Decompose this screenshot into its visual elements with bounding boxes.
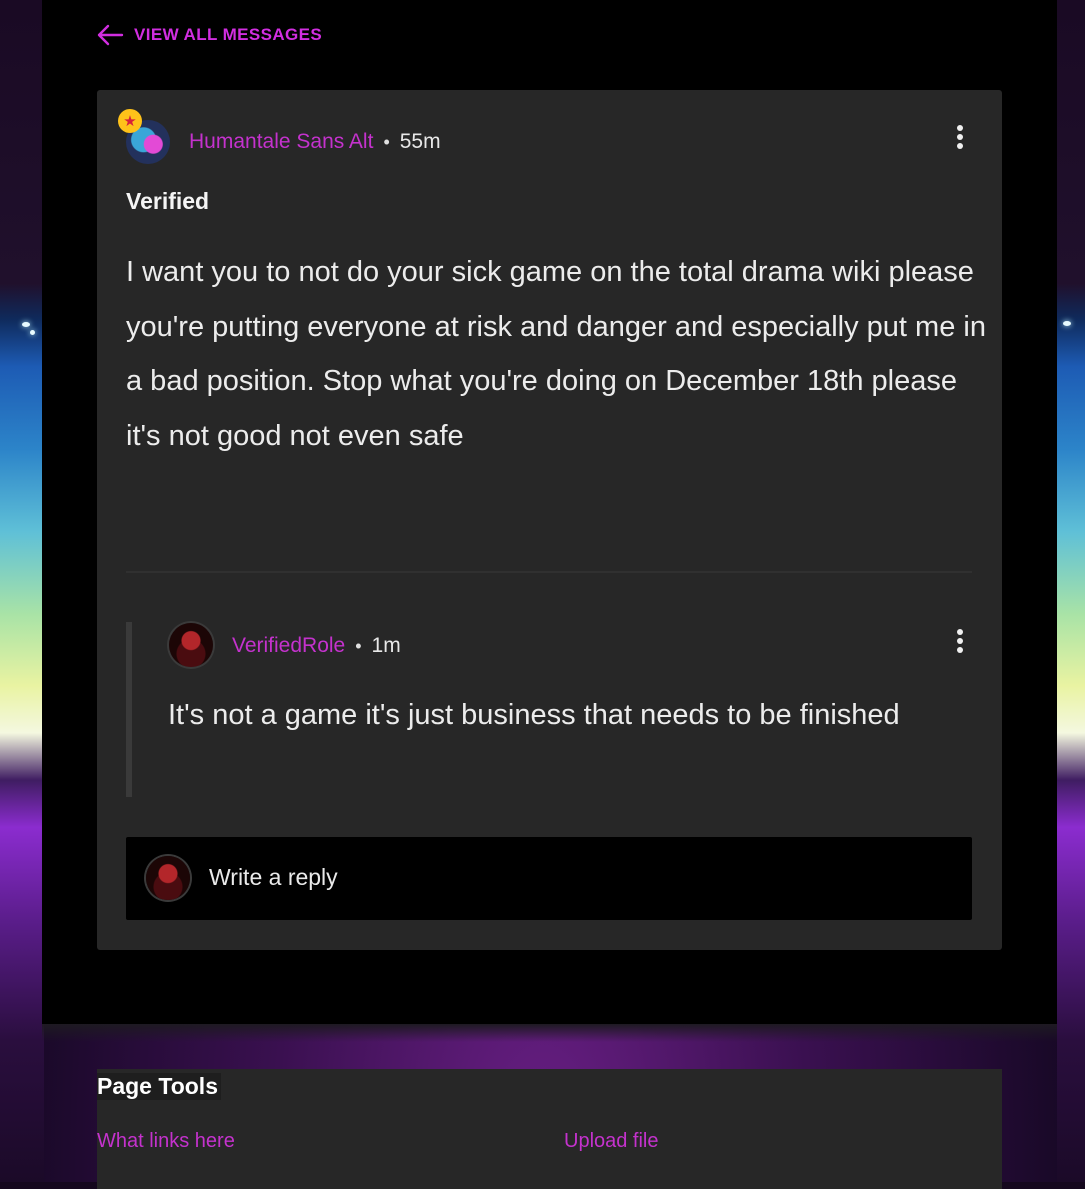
write-reply-placeholder: Write a reply — [209, 864, 338, 890]
meta-separator: • — [355, 635, 362, 656]
upload-file-link[interactable]: Upload file — [564, 1130, 659, 1153]
message-timestamp: 55m — [399, 130, 441, 153]
reply-thread-bar — [126, 622, 132, 797]
meta-separator: • — [383, 131, 390, 152]
view-all-messages-link[interactable]: VIEW ALL MESSAGES — [96, 24, 322, 46]
reply-author-avatar[interactable] — [169, 623, 213, 667]
more-vertical-icon[interactable] — [950, 626, 970, 656]
content-column-shadow — [42, 1024, 1057, 1042]
view-all-messages-label: VIEW ALL MESSAGES — [134, 25, 323, 44]
write-reply-input[interactable]: Write a reply — [126, 837, 972, 920]
background-sparkle — [30, 330, 35, 335]
arrow-left-icon — [97, 24, 124, 46]
background-sparkle — [22, 322, 30, 327]
message-body: I want you to not do your sick game on t… — [126, 256, 986, 452]
reply-author-link[interactable]: VerifiedRole — [232, 634, 345, 658]
background-scenery-left — [0, 0, 44, 1182]
message-title: Verified — [126, 188, 210, 214]
reply-meta: VerifiedRole • 1m — [232, 634, 401, 658]
more-vertical-icon[interactable] — [950, 122, 970, 152]
reply-body: It's not a game it's just business that … — [168, 699, 900, 731]
message-divider — [126, 571, 972, 573]
background-scenery-right — [1057, 0, 1085, 1182]
page-tools-title: Page Tools — [97, 1073, 221, 1100]
current-user-avatar — [146, 856, 190, 900]
background-sparkle — [1063, 321, 1071, 326]
what-links-here-link[interactable]: What links here — [97, 1130, 235, 1153]
message-card: ★ Humantale Sans Alt • 55m Verified I wa… — [97, 90, 1002, 950]
message-meta: Humantale Sans Alt • 55m — [189, 130, 441, 154]
reply-timestamp: 1m — [371, 634, 401, 657]
star-icon: ★ — [118, 109, 142, 133]
message-author-link[interactable]: Humantale Sans Alt — [189, 130, 373, 154]
page-tools-panel: Page Tools What links here Upload file — [97, 1069, 1002, 1189]
